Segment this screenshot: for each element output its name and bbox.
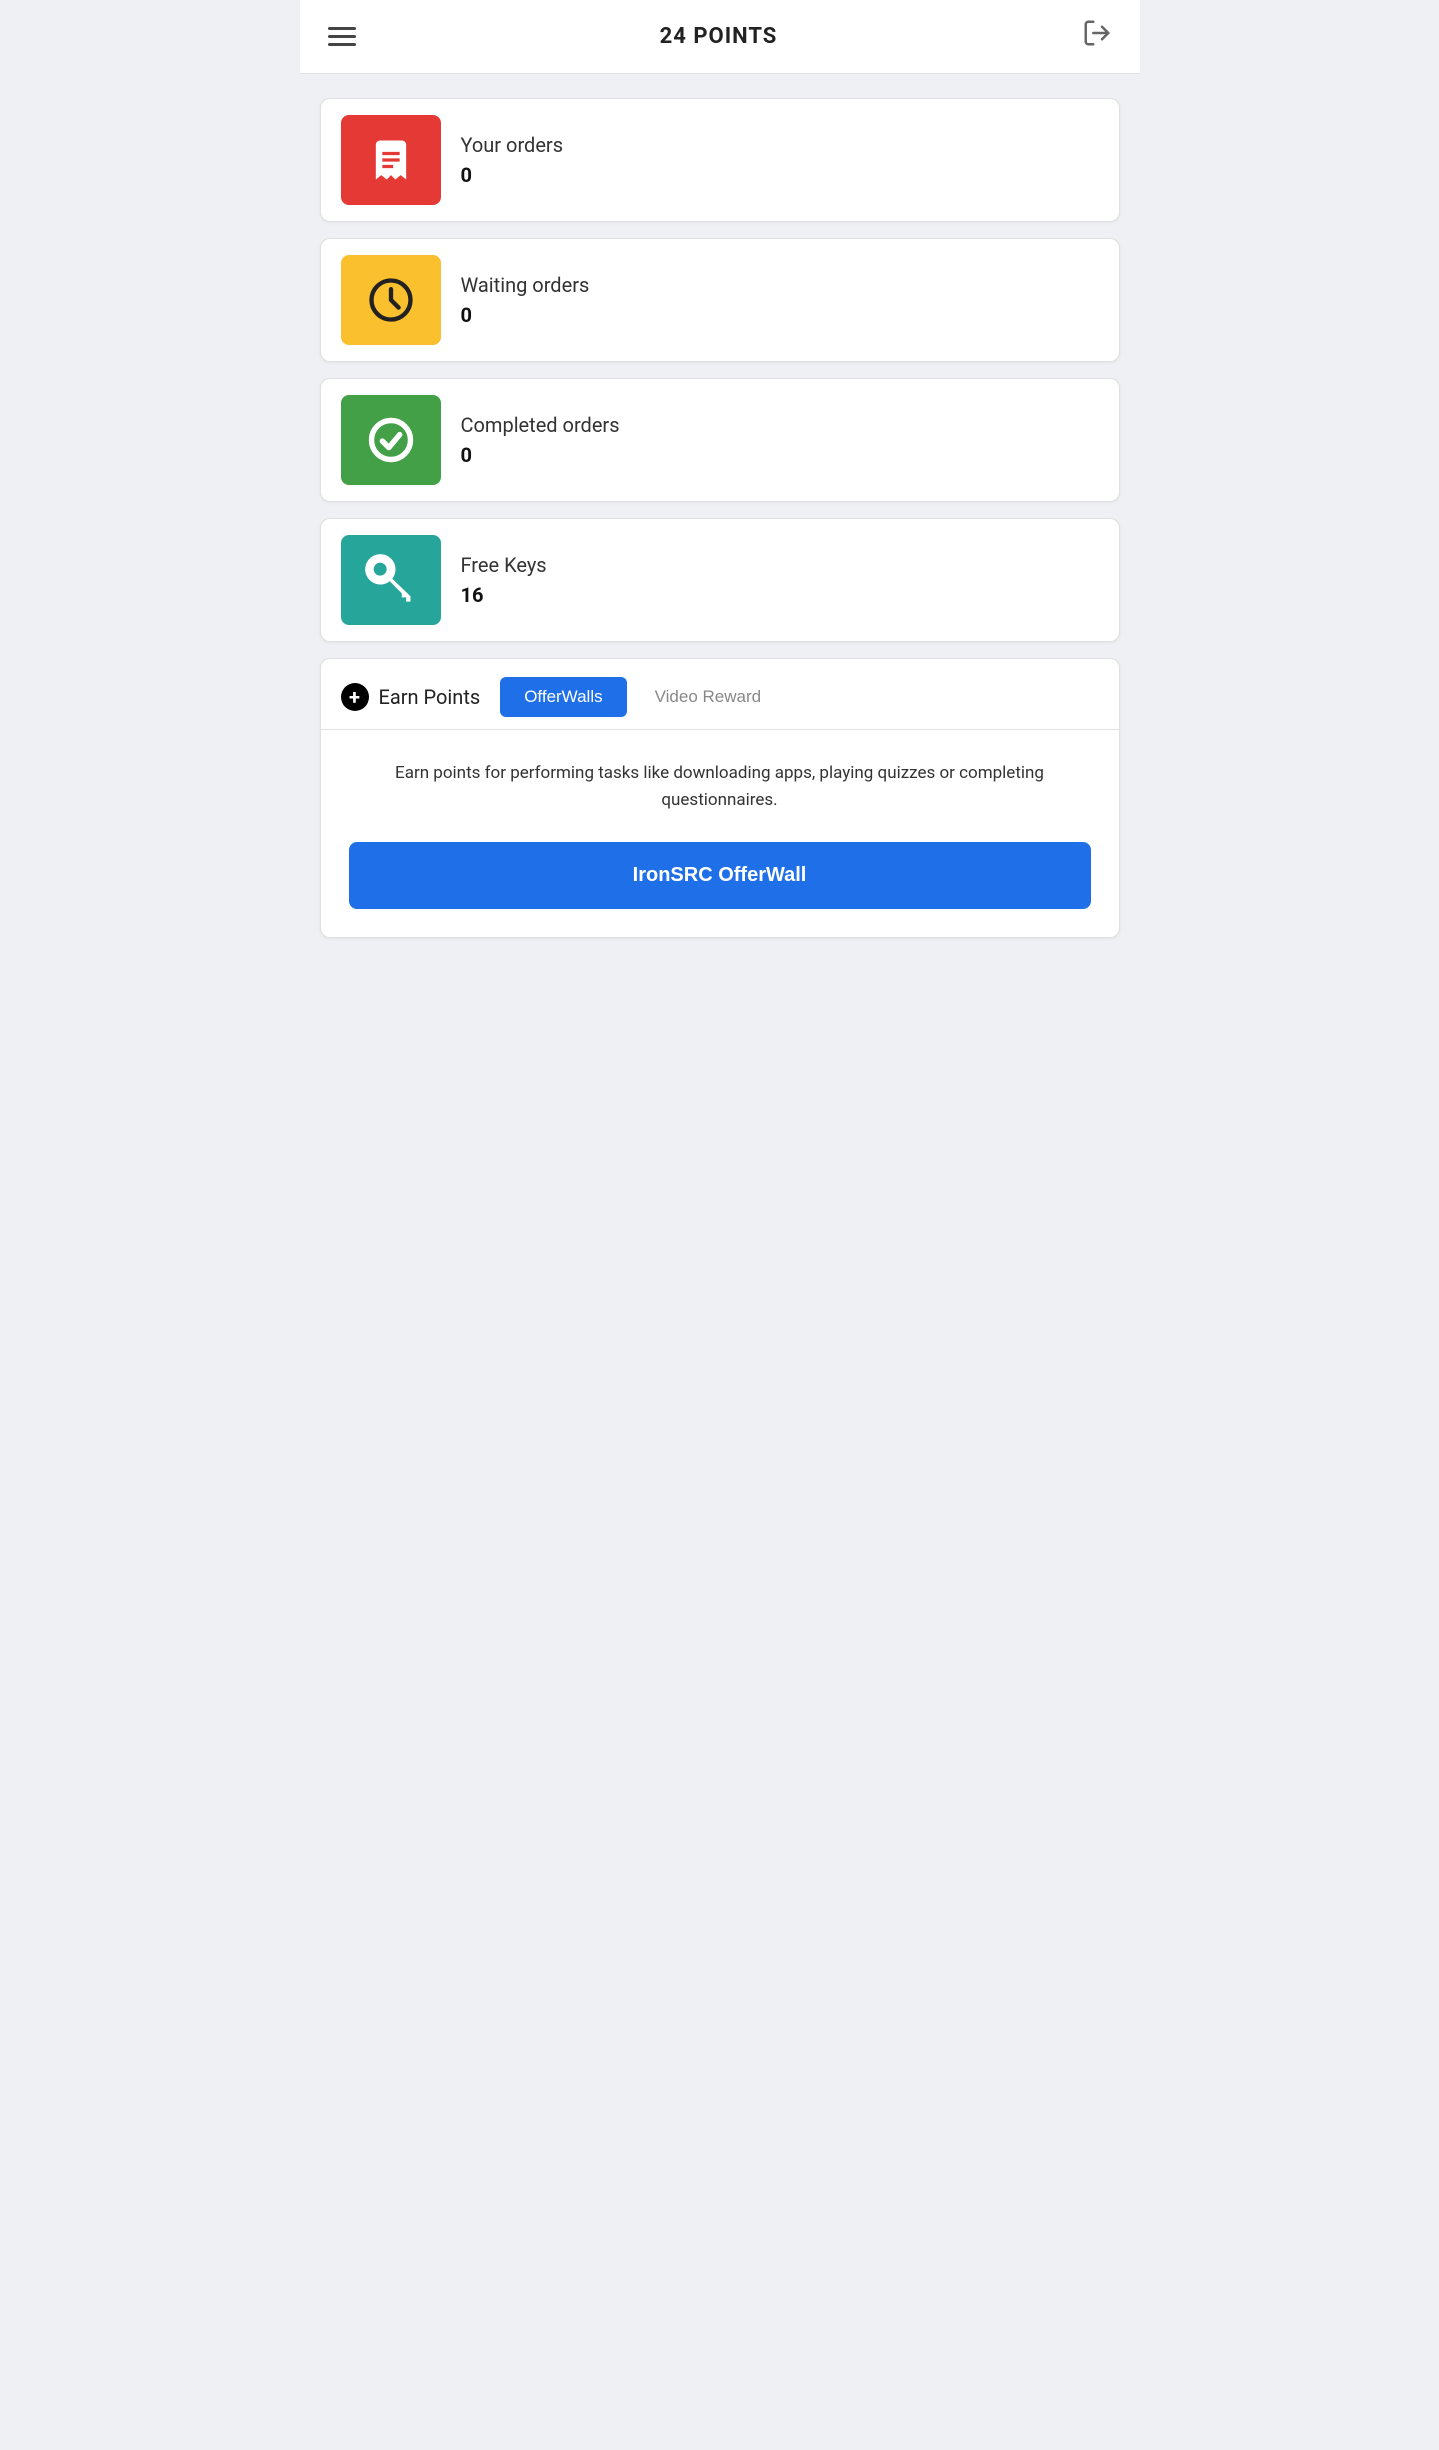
completed-orders-value: 0 [461,443,620,467]
app-header: 24 POINTS [300,0,1140,74]
waiting-orders-card[interactable]: Waiting orders 0 [320,238,1120,362]
clock-icon [365,274,417,326]
receipt-icon [365,134,417,186]
free-keys-info: Free Keys 16 [461,553,547,607]
free-keys-label: Free Keys [461,553,547,577]
your-orders-icon-wrap [341,115,441,205]
earn-section: + Earn Points OfferWalls Video Reward Ea… [320,658,1120,938]
key-icon [365,554,417,606]
tab-video-reward[interactable]: Video Reward [631,677,785,717]
earn-description: Earn points for performing tasks like do… [349,760,1091,814]
plus-icon: + [341,683,369,711]
earn-header: + Earn Points OfferWalls Video Reward [321,659,1119,729]
your-orders-card[interactable]: Your orders 0 [320,98,1120,222]
main-content: Your orders 0 Waiting orders 0 Completed… [300,74,1140,962]
waiting-orders-label: Waiting orders [461,273,590,297]
earn-title-wrap: + Earn Points [341,683,481,711]
check-circle-icon [365,414,417,466]
free-keys-icon-wrap [341,535,441,625]
your-orders-label: Your orders [461,133,564,157]
completed-orders-label: Completed orders [461,413,620,437]
ironsrc-offerwall-button[interactable]: IronSRC OfferWall [349,842,1091,909]
your-orders-info: Your orders 0 [461,133,564,187]
your-orders-value: 0 [461,163,564,187]
completed-orders-info: Completed orders 0 [461,413,620,467]
earn-tab-buttons: OfferWalls Video Reward [500,677,785,717]
waiting-orders-info: Waiting orders 0 [461,273,590,327]
completed-orders-icon-wrap [341,395,441,485]
waiting-orders-value: 0 [461,303,590,327]
completed-orders-card[interactable]: Completed orders 0 [320,378,1120,502]
waiting-orders-icon-wrap [341,255,441,345]
free-keys-value: 16 [461,583,547,607]
logout-icon[interactable] [1082,18,1112,55]
tab-offerwalls[interactable]: OfferWalls [500,677,626,717]
header-title: 24 POINTS [660,24,778,49]
menu-icon[interactable] [328,27,356,46]
free-keys-card[interactable]: Free Keys 16 [320,518,1120,642]
earn-points-title: Earn Points [379,685,481,709]
earn-body: Earn points for performing tasks like do… [321,730,1119,937]
